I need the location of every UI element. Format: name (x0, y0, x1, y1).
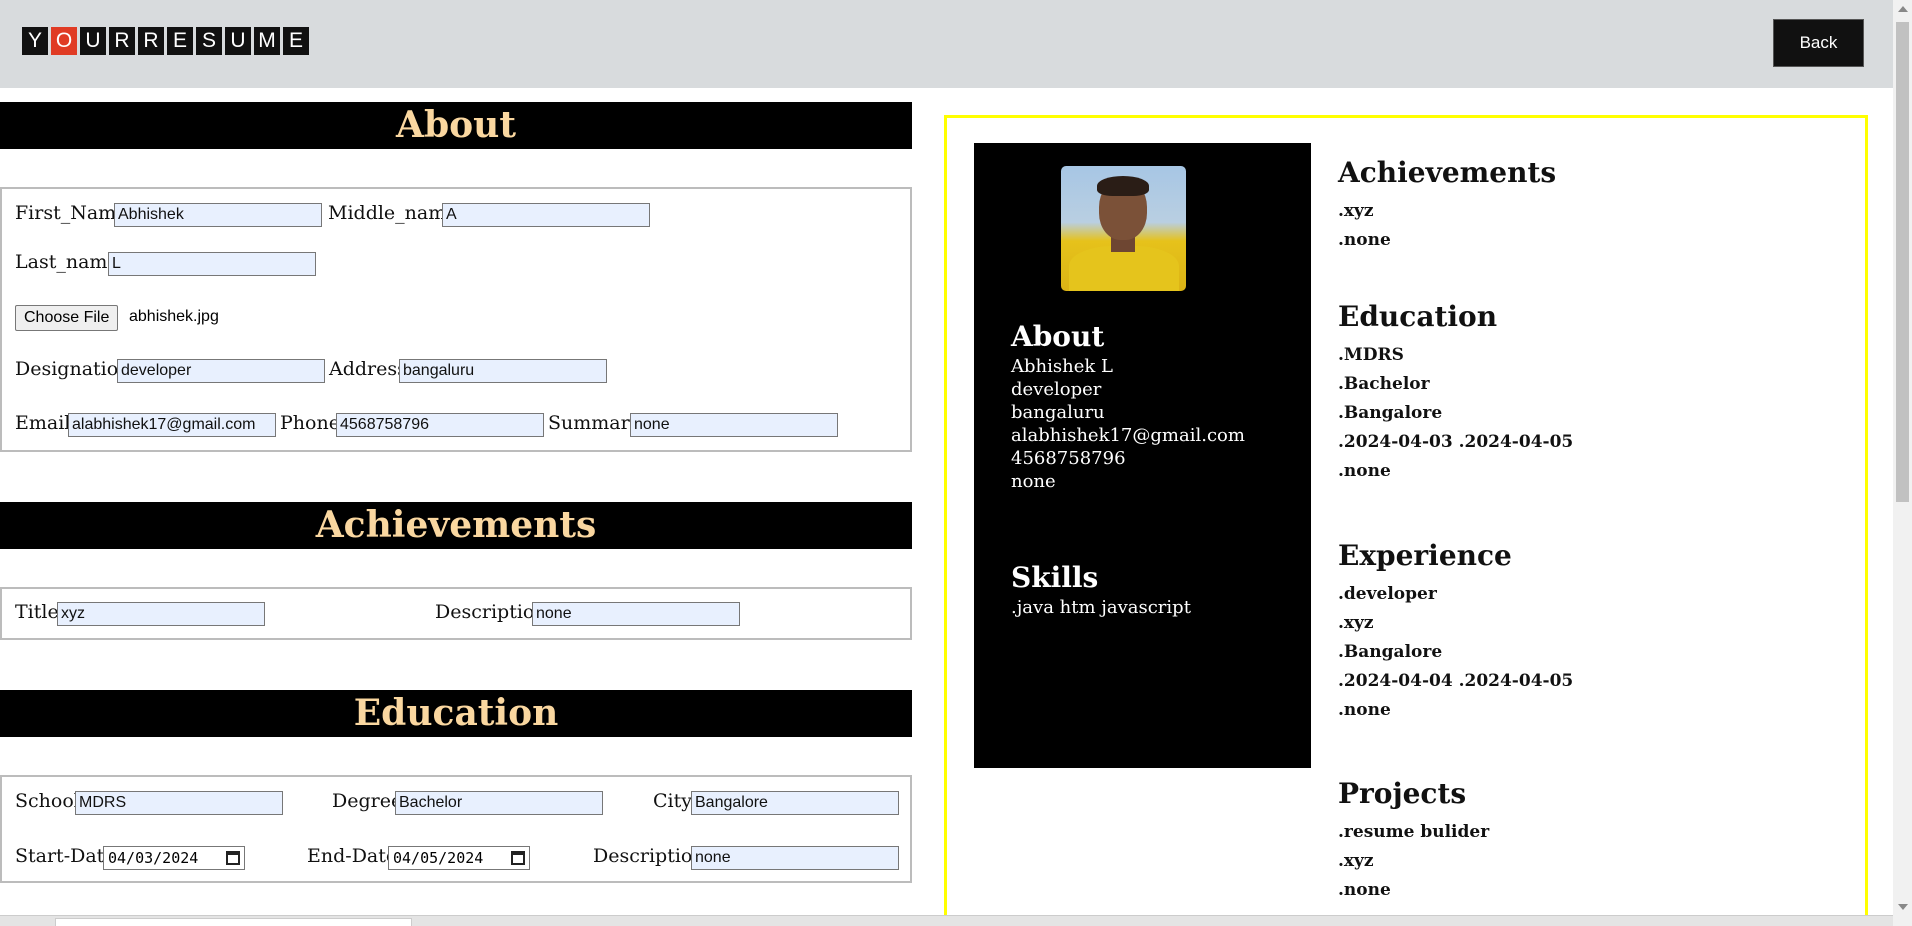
title-label: Title (15, 601, 59, 623)
resume-skills-text: .java htm javascript (1011, 597, 1191, 618)
logo-letter: M (254, 27, 280, 55)
resume-about-line: developer (1011, 379, 1102, 400)
resume-experience-line: .none (1338, 700, 1391, 720)
resume-project-line: .none (1338, 880, 1391, 900)
bottom-tab (55, 918, 412, 926)
resume-about-line: none (1011, 471, 1056, 492)
first-name-input[interactable]: Abhishek (114, 203, 322, 227)
designation-input[interactable]: developer (117, 359, 325, 383)
first-name-label: First_Name (15, 202, 128, 224)
resume-preview: About Abhishek L developer bangaluru ala… (944, 115, 1868, 926)
end-date-input[interactable]: 04/05/2024 (388, 846, 530, 870)
logo-letter: U (225, 27, 251, 55)
resume-about-line: 4568758796 (1011, 448, 1126, 469)
resume-about-line: alabhishek17@gmail.com (1011, 425, 1245, 446)
achievement-description-input[interactable]: none (532, 602, 740, 626)
resume-education-heading: Education (1338, 300, 1498, 333)
resume-education-line: .2024-04-03 .2024-04-05 (1338, 432, 1574, 452)
logo: Y O U R R E S U M E (22, 27, 309, 55)
logo-letter: Y (22, 27, 48, 55)
achievements-fieldset: Title xyz Description none (0, 587, 912, 640)
logo-letter: R (109, 27, 135, 55)
profile-photo (1061, 166, 1186, 291)
photo-shirt (1069, 246, 1179, 291)
start-date-value: 04/03/2024 (108, 849, 199, 867)
last-name-input[interactable]: L (108, 252, 316, 276)
resume-sidebar: About Abhishek L developer bangaluru ala… (974, 143, 1311, 768)
designation-label: Designation (15, 358, 131, 380)
top-bar: Y O U R R E S U M E Back (0, 0, 1893, 88)
start-date-input[interactable]: 04/03/2024 (103, 846, 245, 870)
achievement-description-label: Description (435, 601, 547, 623)
calendar-icon[interactable] (226, 851, 240, 865)
resume-experience-heading: Experience (1338, 539, 1512, 572)
phone-label: Phone (280, 412, 340, 434)
logo-letter: E (283, 27, 309, 55)
scroll-thumb[interactable] (1896, 22, 1909, 502)
middle-name-input[interactable]: A (442, 203, 650, 227)
last-name-label: Last_name (15, 251, 119, 273)
resume-experience-line: .Bangalore (1338, 642, 1443, 662)
address-input[interactable]: bangaluru (399, 359, 607, 383)
phone-input[interactable]: 4568758796 (336, 413, 544, 437)
logo-letter: R (138, 27, 164, 55)
logo-letter: U (80, 27, 106, 55)
bottom-strip (0, 915, 1893, 926)
resume-experience-line: .xyz (1338, 613, 1374, 633)
resume-about-line: bangaluru (1011, 402, 1105, 423)
email-label: Email (15, 412, 71, 434)
title-input[interactable]: xyz (57, 602, 265, 626)
choose-file-button[interactable]: Choose File (15, 305, 119, 331)
resume-about-heading: About (1011, 320, 1105, 353)
summary-input[interactable]: none (630, 413, 838, 437)
calendar-icon[interactable] (511, 851, 525, 865)
resume-project-line: .resume bulider (1338, 822, 1490, 842)
back-button[interactable]: Back (1773, 19, 1864, 67)
resume-education-line: .Bachelor (1338, 374, 1430, 394)
logo-letter: E (167, 27, 193, 55)
school-input[interactable]: MDRS (75, 791, 283, 815)
education-description-input[interactable]: none (691, 846, 899, 870)
education-fieldset: School MDRS Degree Bachelor City Bangalo… (0, 775, 912, 883)
vertical-scrollbar[interactable] (1893, 0, 1912, 926)
school-label: School (15, 790, 80, 812)
achievements-section-heading: Achievements (0, 502, 912, 549)
resume-about-line: Abhishek L (1011, 356, 1113, 377)
scroll-down-icon[interactable] (1898, 904, 1908, 910)
resume-education-line: .none (1338, 461, 1391, 481)
resume-experience-line: .2024-04-04 .2024-04-05 (1338, 671, 1574, 691)
scroll-up-icon[interactable] (1898, 6, 1908, 12)
resume-form: About First_Name Abhishek Middle_name A … (0, 102, 912, 883)
resume-experience-line: .developer (1338, 584, 1437, 604)
photo-hair (1097, 176, 1149, 196)
degree-label: Degree (332, 790, 403, 812)
resume-projects-heading: Projects (1338, 777, 1467, 810)
education-section-heading: Education (0, 690, 912, 737)
resume-project-line: .xyz (1338, 851, 1374, 871)
middle-name-label: Middle_name (328, 202, 458, 224)
summary-label: Summary (548, 412, 641, 434)
about-section-heading: About (0, 102, 912, 149)
start-date-label: Start-Date (15, 845, 116, 867)
degree-input[interactable]: Bachelor (395, 791, 603, 815)
file-name-text: abhishek.jpg (129, 308, 219, 325)
city-input[interactable]: Bangalore (691, 791, 899, 815)
education-description-label: Description (593, 845, 705, 867)
about-fieldset: First_Name Abhishek Middle_name A Last_n… (0, 187, 912, 452)
resume-achievement-line: .none (1338, 230, 1391, 250)
resume-education-line: .MDRS (1338, 345, 1404, 365)
resume-achievement-line: .xyz (1338, 201, 1374, 221)
end-date-value: 04/05/2024 (393, 849, 484, 867)
logo-letter: S (196, 27, 222, 55)
resume-education-line: .Bangalore (1338, 403, 1443, 423)
resume-skills-heading: Skills (1011, 561, 1099, 594)
resume-achievements-heading: Achievements (1338, 156, 1557, 189)
email-input[interactable]: alabhishek17@gmail.com (68, 413, 276, 437)
address-label: Address (329, 358, 407, 380)
end-date-label: End-Date (307, 845, 398, 867)
city-label: City (653, 790, 692, 812)
logo-letter: O (51, 27, 77, 55)
